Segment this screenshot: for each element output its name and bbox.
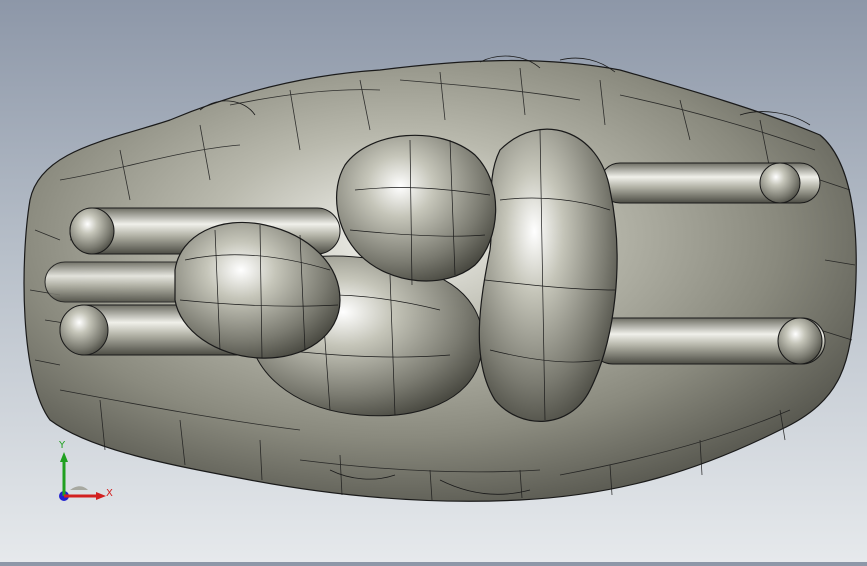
tube-upper-right (599, 162, 821, 204)
x-axis-label: X (106, 488, 113, 499)
y-axis-label: Y (59, 440, 66, 451)
triad-quadrant (70, 486, 88, 490)
y-axis-arrow (60, 452, 68, 462)
x-axis-arrow (96, 492, 106, 500)
3d-viewport[interactable]: Y X (0, 0, 867, 562)
tube-lower-right (589, 317, 826, 365)
model-render[interactable] (0, 0, 867, 562)
axis-triad: Y X (50, 440, 120, 510)
